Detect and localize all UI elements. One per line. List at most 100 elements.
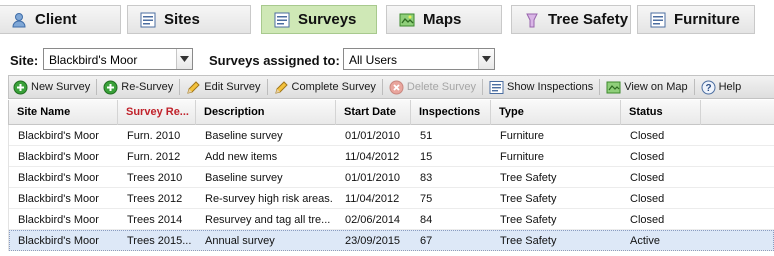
grid-body: Blackbird's Moor Furn. 2010 Baseline surve… <box>8 125 774 251</box>
delete-survey-button[interactable]: Delete Survey <box>385 77 480 97</box>
tree-icon <box>524 12 540 28</box>
type-cell: Furniture <box>500 130 545 142</box>
table-row[interactable]: Blackbird's Moor Trees 2010 Baseline surve… <box>9 167 774 188</box>
new-survey-button[interactable]: New Survey <box>9 77 94 97</box>
status-cell: Active <box>630 235 660 247</box>
re-survey-label: Re-Survey <box>121 81 174 93</box>
site-name-cell: Blackbird's Moor <box>18 130 99 142</box>
survey-ref-cell: Furn. 2012 <box>127 151 181 163</box>
tab-tree-safety-label: Tree Safety <box>548 11 629 28</box>
site-name-cell: Blackbird's Moor <box>18 193 99 205</box>
map-icon <box>606 80 621 95</box>
start-date-cell: 11/04/2012 <box>345 193 400 205</box>
type-cell: Tree Safety <box>500 172 557 184</box>
surveys-grid: Site Name Survey Re... Description Start… <box>8 100 774 251</box>
table-row[interactable]: Blackbird's Moor Furn. 2012 Add new items 1… <box>9 146 774 167</box>
edit-survey-label: Edit Survey <box>204 81 261 93</box>
start-date-cell: 11/04/2012 <box>345 151 400 163</box>
list-icon <box>140 12 156 28</box>
site-name-cell: Blackbird's Moor <box>18 172 99 184</box>
column-header-inspections[interactable]: Inspections <box>411 100 491 125</box>
tab-client[interactable]: Client <box>0 5 121 34</box>
help-button[interactable]: ? Help <box>697 77 746 97</box>
survey-ref-cell: Trees 2015... <box>127 235 192 247</box>
module-tabs: Client Sites Surveys Maps Tree Safety Fu… <box>0 5 774 35</box>
site-label: Site: <box>10 53 39 68</box>
start-date-cell: 01/01/2010 <box>345 130 401 142</box>
view-on-map-button[interactable]: View on Map <box>602 77 691 97</box>
toolbar-divider <box>693 79 695 95</box>
description-cell: Re-survey high risk areas. <box>205 193 333 205</box>
status-cell: Closed <box>630 151 665 163</box>
inspections-cell: 67 <box>420 235 433 247</box>
description-cell: Resurvey and tag all tre... <box>205 214 331 226</box>
status-cell: Closed <box>630 214 665 226</box>
tab-furniture[interactable]: Furniture <box>637 5 755 34</box>
site-select[interactable]: Blackbird's Moor <box>43 48 193 70</box>
add-icon <box>103 80 118 95</box>
table-row[interactable]: Blackbird's Moor Trees 2012 Re-survey high… <box>9 188 774 209</box>
chevron-down-icon[interactable] <box>478 49 494 69</box>
inspections-cell: 83 <box>420 172 433 184</box>
column-header-survey-ref[interactable]: Survey Re... <box>118 100 196 125</box>
toolbar-divider <box>266 79 268 95</box>
toolbar-divider <box>381 79 383 95</box>
tab-maps-label: Maps <box>423 11 462 28</box>
survey-ref-cell: Furn. 2010 <box>127 130 181 142</box>
type-cell: Tree Safety <box>500 214 557 226</box>
tab-surveys[interactable]: Surveys <box>261 5 377 34</box>
table-row[interactable]: Blackbird's Moor Trees 2014 Resurvey and t… <box>9 209 774 230</box>
tab-sites[interactable]: Sites <box>127 5 251 34</box>
survey-toolbar: New Survey Re-Survey Edit Survey Complet… <box>8 75 774 99</box>
chevron-down-icon[interactable] <box>176 49 192 69</box>
complete-survey-label: Complete Survey <box>291 81 376 93</box>
grid-header: Site Name Survey Re... Description Start… <box>8 100 774 125</box>
column-header-start-date[interactable]: Start Date <box>336 100 411 125</box>
pencil-icon <box>274 80 289 95</box>
table-row[interactable]: Blackbird's Moor Furn. 2010 Baseline surve… <box>9 125 774 146</box>
description-cell: Add new items <box>205 151 278 163</box>
tab-maps[interactable]: Maps <box>386 5 502 34</box>
column-header-site-name[interactable]: Site Name <box>9 100 118 125</box>
edit-survey-button[interactable]: Edit Survey <box>182 77 264 97</box>
column-header-type[interactable]: Type <box>491 100 621 125</box>
survey-ref-cell: Trees 2010 <box>127 172 183 184</box>
help-label: Help <box>718 81 742 93</box>
description-cell: Annual survey <box>205 235 275 247</box>
type-cell: Furniture <box>500 151 545 163</box>
show-inspections-label: Show Inspections <box>506 81 594 93</box>
start-date-cell: 23/09/2015 <box>345 235 401 247</box>
type-cell: Tree Safety <box>500 235 557 247</box>
complete-survey-button[interactable]: Complete Survey <box>270 77 380 97</box>
toolbar-divider <box>179 79 181 95</box>
inspections-cell: 84 <box>420 214 433 226</box>
show-inspections-button[interactable]: Show Inspections <box>485 77 597 97</box>
re-survey-button[interactable]: Re-Survey <box>99 77 177 97</box>
tab-tree-safety[interactable]: Tree Safety <box>511 5 631 34</box>
new-survey-label: New Survey <box>31 81 91 93</box>
survey-ref-cell: Trees 2012 <box>127 193 183 205</box>
type-cell: Tree Safety <box>500 193 557 205</box>
start-date-cell: 02/06/2014 <box>345 214 401 226</box>
client-icon <box>11 12 27 28</box>
inspections-cell: 51 <box>420 130 433 142</box>
description-cell: Baseline survey <box>205 130 283 142</box>
map-icon <box>399 12 415 28</box>
column-header-status[interactable]: Status <box>621 100 701 125</box>
status-cell: Closed <box>630 193 665 205</box>
assigned-label: Surveys assigned to: <box>209 53 340 68</box>
site-name-cell: Blackbird's Moor <box>18 235 99 247</box>
start-date-cell: 01/01/2010 <box>345 172 401 184</box>
table-row[interactable]: Blackbird's Moor Trees 2015... Annual surv… <box>9 230 774 251</box>
tab-sites-label: Sites <box>164 11 200 28</box>
survey-ref-cell: Trees 2014 <box>127 214 183 226</box>
pencil-icon <box>186 80 201 95</box>
filter-bar: Site: Blackbird's Moor Surveys assigned … <box>0 46 774 72</box>
tab-furniture-label: Furniture <box>674 11 740 28</box>
column-header-description[interactable]: Description <box>196 100 336 125</box>
help-icon: ? <box>701 80 716 95</box>
assigned-select[interactable]: All Users <box>343 48 495 70</box>
list-icon <box>489 80 504 95</box>
list-icon <box>274 12 290 28</box>
status-cell: Closed <box>630 130 665 142</box>
